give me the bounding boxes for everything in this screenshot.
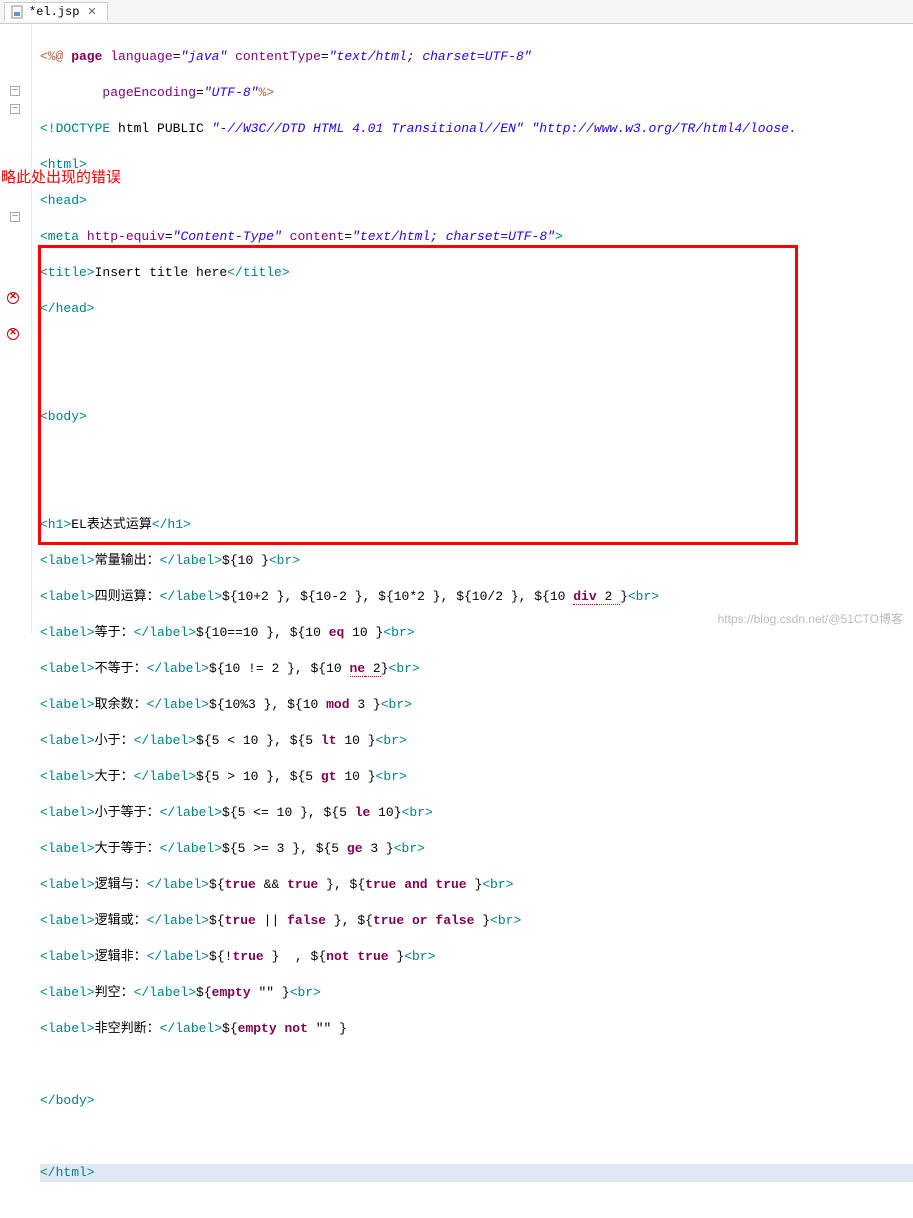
fold-icon[interactable]: − [8,210,22,224]
error-icon[interactable]: ✕ [6,291,20,305]
file-tab[interactable]: *el.jsp ✕ [4,2,108,21]
fold-icon[interactable]: − [8,84,22,98]
annotation-text: 忽略此处出现的错误 [0,166,121,187]
gutter: − − − ✕ ✕ [0,24,32,633]
code-editor[interactable]: <%@ page language="java" contentType="te… [32,24,913,633]
editor-area: − − − ✕ ✕ <%@ page language="java" conte… [0,24,913,633]
tab-bar: *el.jsp ✕ [0,0,913,24]
close-icon[interactable]: ✕ [87,5,96,19]
tab-label: *el.jsp [29,5,79,19]
fold-icon[interactable]: − [8,102,22,116]
watermark: https://blog.csdn.net/@51CTO博客 [718,610,903,627]
jsp-file-icon [11,5,25,19]
error-icon[interactable]: ✕ [6,327,20,341]
